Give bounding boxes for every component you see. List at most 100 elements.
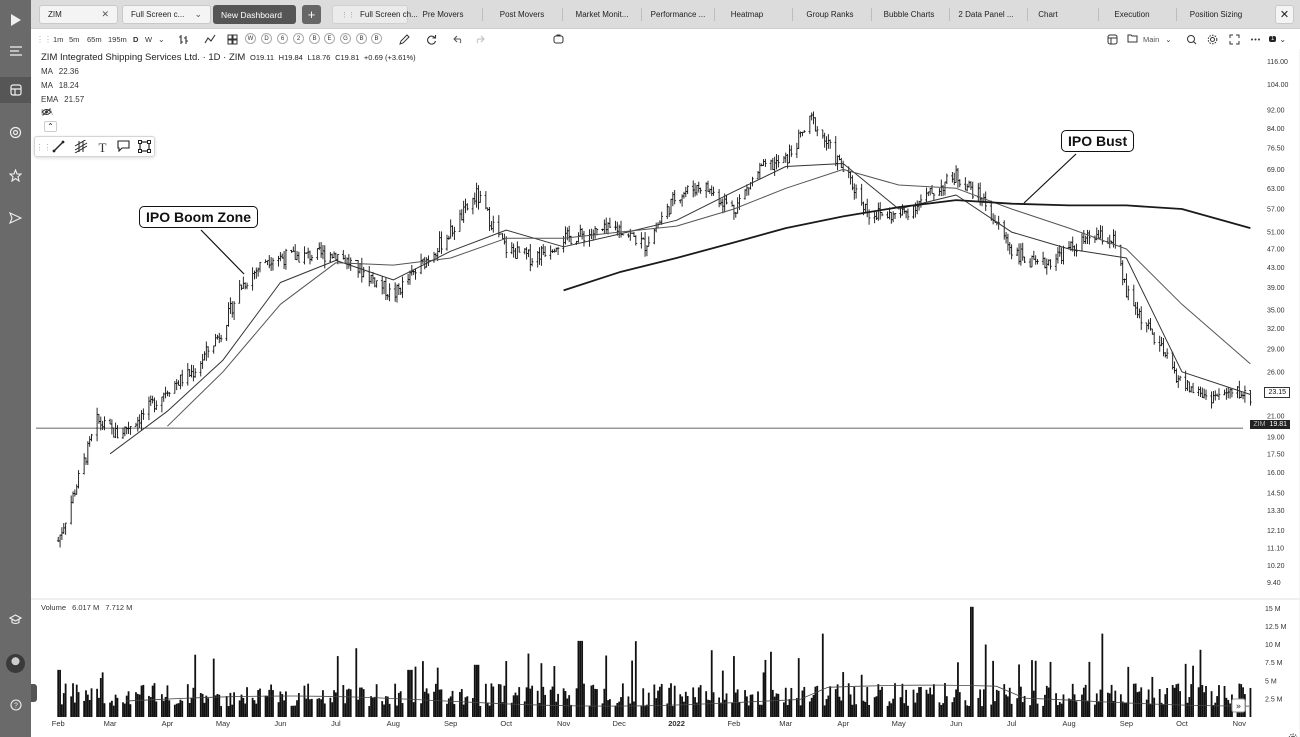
comment-icon[interactable] <box>117 140 132 155</box>
quick-period-b[interactable]: B <box>309 33 320 44</box>
tab-chart[interactable]: Chart <box>1033 5 1063 24</box>
legend-ma-2[interactable]: MA 18.24 <box>41 81 79 90</box>
radar-icon[interactable] <box>0 119 31 145</box>
fib-channel-icon[interactable] <box>74 140 89 155</box>
alert-search-icon[interactable] <box>1186 33 1197 45</box>
y-axis-tick-label: 69.00 <box>1267 167 1285 174</box>
tab-post-movers[interactable]: Post Movers <box>488 5 556 24</box>
tab-bubble-charts[interactable]: Bubble Charts <box>877 5 941 24</box>
tab-pre-movers[interactable]: Pre Movers <box>410 5 476 24</box>
chevron-down-icon[interactable]: ⌄ <box>158 33 165 45</box>
chart-canvas[interactable]: 116.00 104.00 92.00 84.00 76.50 69.00 63.00 57.… <box>31 49 1300 737</box>
legend-ma-hidden[interactable]: MA <box>41 108 57 117</box>
quick-period-w[interactable]: W <box>245 33 256 44</box>
drag-handle-icon[interactable]: ⋮⋮ <box>36 33 52 45</box>
close-icon[interactable]: ✕ <box>101 9 109 20</box>
tab-performance[interactable]: Performance ... <box>647 5 709 24</box>
legend-ma-1[interactable]: MA 22.36 <box>41 67 79 76</box>
interval-1m[interactable]: 1m <box>53 33 63 45</box>
volume-bar <box>797 658 800 717</box>
gear-icon[interactable] <box>1207 33 1218 45</box>
drag-handle-icon[interactable]: ⋮⋮ <box>341 11 355 19</box>
text-tool-icon[interactable]: T <box>95 140 110 155</box>
price-chart[interactable]: 116.00 104.00 92.00 84.00 76.50 69.00 63.00 57.… <box>31 49 1300 737</box>
tab-position-sizing[interactable]: Position Sizing <box>1182 5 1250 24</box>
volume-bar <box>901 683 904 717</box>
tab-full-screen-chart[interactable]: ⋮⋮ Full Screen ch... <box>332 5 418 24</box>
volume-bar <box>966 705 969 717</box>
volume-bar <box>894 683 896 717</box>
dashboard-select[interactable]: Full Screen c... ⌄ <box>122 5 211 24</box>
volume-bar <box>1069 699 1072 717</box>
close-icon[interactable]: ✕ <box>1275 5 1294 24</box>
tab-heatmap[interactable]: Heatmap <box>720 5 774 24</box>
ipo-boom-zone-callout[interactable]: IPO Boom Zone <box>139 206 258 228</box>
menu-icon[interactable] <box>0 38 31 64</box>
star-icon[interactable] <box>0 162 31 188</box>
volume-bar <box>601 703 604 717</box>
tab-group-ranks[interactable]: Group Ranks <box>798 5 862 24</box>
volume-axis-tick-label: 7.5 M <box>1265 660 1283 667</box>
volume-bar <box>372 697 374 717</box>
volume-bar <box>116 697 119 717</box>
trendline-icon[interactable] <box>52 140 67 155</box>
layout-select[interactable]: Main ⌄ <box>1127 33 1172 45</box>
volume-bar <box>323 703 326 717</box>
chevron-up-icon[interactable]: ⌃ <box>44 121 57 132</box>
avatar[interactable] <box>6 654 25 673</box>
volume-bar <box>307 683 310 717</box>
panel-count-select[interactable]: 1 ⌄ <box>1269 33 1286 45</box>
volume-legend[interactable]: Volume 6.017 M 7.712 M <box>41 603 132 612</box>
tab-execution[interactable]: Execution <box>1104 5 1160 24</box>
volume-bar <box>359 687 361 717</box>
quick-period-b2[interactable]: B <box>356 33 367 44</box>
templates-icon[interactable] <box>227 33 238 45</box>
quick-period-d[interactable]: D <box>261 33 272 44</box>
volume-bar <box>394 683 397 717</box>
refresh-icon[interactable] <box>426 33 437 45</box>
volume-bar <box>486 702 489 717</box>
legend-ema[interactable]: EMA 21.57 <box>41 95 84 104</box>
symbol-search-tab[interactable]: ZIM ✕ <box>39 5 118 24</box>
education-icon[interactable] <box>0 606 31 632</box>
more-icon[interactable] <box>1250 33 1261 45</box>
volume-bar <box>425 688 428 717</box>
volume-bar <box>329 697 332 717</box>
volume-bar <box>544 694 547 717</box>
tab-market-monitor[interactable]: Market Monit... <box>568 5 636 24</box>
pen-icon[interactable] <box>399 33 410 45</box>
send-icon[interactable] <box>0 205 31 231</box>
new-dashboard-button[interactable]: New Dashboard <box>213 5 296 24</box>
volume-bar <box>283 700 285 717</box>
help-icon[interactable]: ? <box>0 692 31 718</box>
interval-5m[interactable]: 5m <box>69 33 79 45</box>
chart-type-icon[interactable] <box>178 33 189 45</box>
indicators-icon[interactable] <box>204 33 216 45</box>
quick-period-2[interactable]: 2 <box>293 33 304 44</box>
fullscreen-icon[interactable] <box>1229 33 1240 45</box>
interval-d[interactable]: D <box>133 33 138 45</box>
drag-handle-icon[interactable]: ⋮⋮ <box>36 140 52 155</box>
add-tab-button[interactable]: + <box>302 5 321 24</box>
volume-bar <box>1058 701 1061 717</box>
interval-65m[interactable]: 65m <box>87 33 102 45</box>
quick-period-6[interactable]: 6 <box>277 33 288 44</box>
boom-callout-pointer <box>200 229 245 275</box>
volume-bar <box>1045 685 1048 717</box>
redo-icon[interactable] <box>474 33 485 45</box>
snapshot-icon[interactable] <box>553 33 564 45</box>
layout-icon[interactable] <box>1107 33 1118 45</box>
layout-icon[interactable] <box>0 77 31 103</box>
volume-bar <box>997 690 1000 717</box>
quick-period-g[interactable]: G <box>340 33 351 44</box>
volume-bar <box>1125 702 1128 717</box>
interval-195m[interactable]: 195m <box>108 33 127 45</box>
play-logo-icon[interactable] <box>0 7 31 33</box>
interval-w[interactable]: W <box>145 33 152 45</box>
ipo-bust-callout[interactable]: IPO Bust <box>1061 130 1135 152</box>
tab-2-data-panel[interactable]: 2 Data Panel ... <box>955 5 1017 24</box>
quick-period-e[interactable]: E <box>324 33 335 44</box>
quick-period-b3[interactable]: B <box>371 33 382 44</box>
rectangle-tool-icon[interactable] <box>138 140 153 155</box>
undo-icon[interactable] <box>453 33 464 45</box>
